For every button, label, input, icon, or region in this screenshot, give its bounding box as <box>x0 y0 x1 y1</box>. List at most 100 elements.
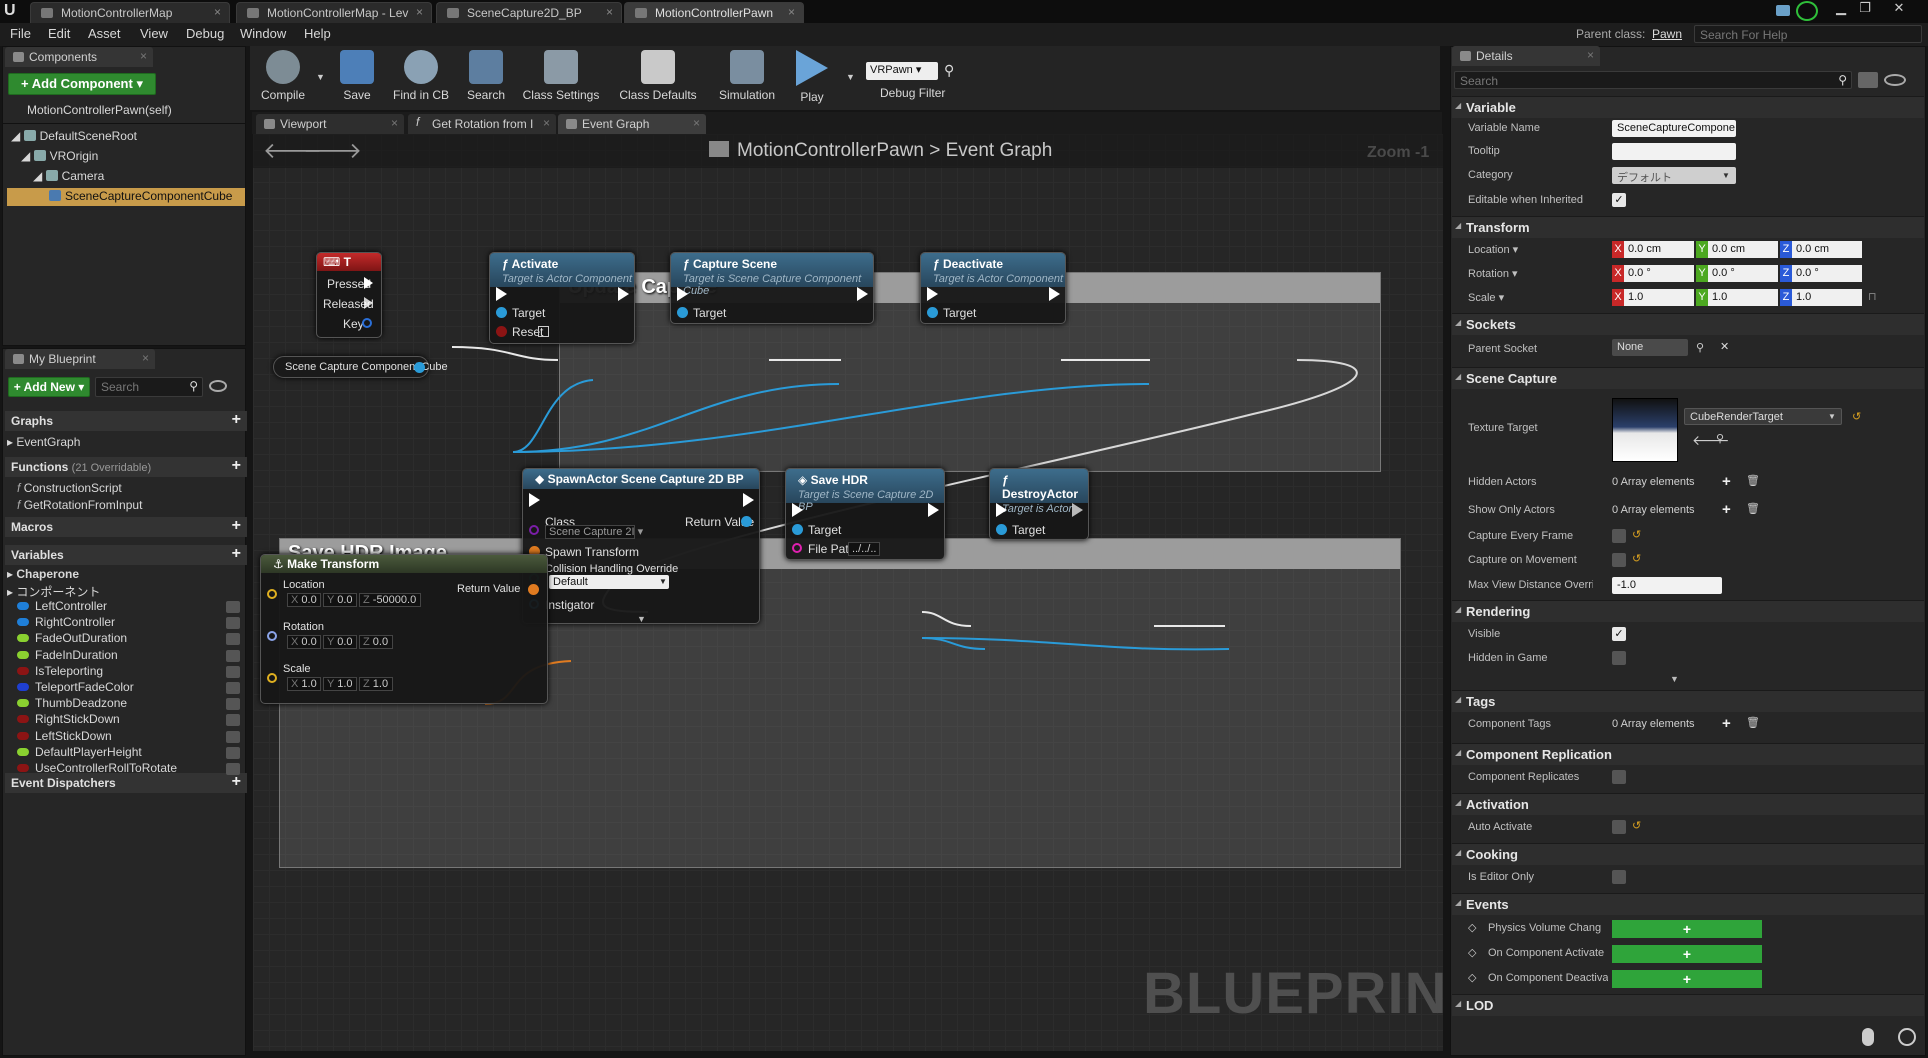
parent-class-link[interactable]: Pawn <box>1652 27 1682 41</box>
compile-options-chevron-icon[interactable]: ▼ <box>316 72 325 82</box>
exec-pin-released[interactable] <box>364 297 373 309</box>
add-event-button[interactable]: + <box>1612 920 1762 938</box>
unreal-logo-icon[interactable]: U <box>4 2 22 20</box>
components-tab[interactable]: Components × <box>5 47 153 67</box>
tree-item-scenecapturecomponentcube[interactable]: SceneCaptureComponentCube <box>7 188 245 206</box>
exec-pin-pressed[interactable] <box>364 277 373 289</box>
component-replicates-checkbox[interactable] <box>1612 770 1626 784</box>
parent-socket-input[interactable]: None <box>1612 339 1688 356</box>
variable-item[interactable]: FadeInDuration <box>17 648 118 662</box>
add-element-icon[interactable]: + <box>1722 501 1731 518</box>
capture-scene-node[interactable]: ƒ Capture Scene Target is Scene Capture C… <box>670 252 874 324</box>
section-lod[interactable]: LOD <box>1452 994 1924 1016</box>
location-y-field[interactable]: Y 0.0 <box>323 593 357 607</box>
class-settings-button[interactable]: Class Settings <box>518 46 604 108</box>
details-tab[interactable]: Details × <box>1452 46 1600 66</box>
functions-header[interactable]: Functions (21 Overridable) + <box>5 457 247 477</box>
close-icon[interactable]: × <box>788 5 795 19</box>
variable-item[interactable]: IsTeleporting <box>17 664 103 678</box>
scale-y-field[interactable]: Y 1.0 <box>323 677 357 691</box>
my-blueprint-tab[interactable]: My Blueprint × <box>5 349 155 369</box>
scale-y-input[interactable]: Y 1.0 <box>1696 289 1778 306</box>
section-component-replication[interactable]: Component Replication <box>1452 743 1924 765</box>
play-options-chevron-icon[interactable]: ▼ <box>846 72 855 82</box>
close-icon[interactable]: × <box>214 5 221 19</box>
row-label[interactable]: Rotation ▾ <box>1468 267 1593 280</box>
texture-thumbnail[interactable] <box>1612 398 1678 462</box>
section-activation[interactable]: Activation <box>1452 793 1924 815</box>
visibility-eye-icon[interactable] <box>226 601 240 613</box>
visibility-eye-icon[interactable] <box>226 746 240 759</box>
variable-item[interactable]: RightController <box>17 615 115 629</box>
exec-out-pin[interactable] <box>618 287 629 301</box>
doc-tab-motioncontrollermap[interactable]: MotionControllerMap × <box>30 2 230 23</box>
close-icon[interactable]: × <box>606 5 613 19</box>
visibility-eye-icon[interactable] <box>226 730 240 743</box>
advanced-expand-icon[interactable]: ▼ <box>1670 674 1679 684</box>
menu-edit[interactable]: Edit <box>48 26 70 41</box>
exec-out-pin[interactable] <box>928 503 939 517</box>
reset-checkbox[interactable] <box>538 326 549 337</box>
destroy-actor-node[interactable]: ƒ DestroyActor Target is Actor Target <box>989 468 1089 540</box>
visible-checkbox[interactable]: ✓ <box>1612 627 1626 641</box>
make-transform-node[interactable]: ⚓ Make Transform Location X 0.0 Y 0.0 Z … <box>260 554 548 704</box>
spawn-actor-node[interactable]: ◆ SpawnActor Scene Capture 2D BP Class S… <box>522 468 760 624</box>
restore-button[interactable]: ❐ <box>1854 0 1876 18</box>
event-dispatchers-header[interactable]: Event Dispatchers + <box>5 773 247 793</box>
row-label[interactable]: Location ▾ <box>1468 243 1593 256</box>
menu-file[interactable]: File <box>10 26 31 41</box>
visibility-eye-icon[interactable] <box>226 617 240 630</box>
menu-window[interactable]: Window <box>240 26 286 41</box>
doc-tab-level-blueprint[interactable]: MotionControllerMap - Lev × <box>236 2 432 23</box>
scale-x-input[interactable]: X 1.0 <box>1612 289 1694 306</box>
rotation-y-field[interactable]: Y 0.0 <box>323 635 357 649</box>
section-variable[interactable]: Variable <box>1452 96 1924 118</box>
visibility-eye-icon[interactable] <box>226 698 240 711</box>
viewport-tab[interactable]: Viewport × <box>256 114 404 134</box>
reset-to-default-icon[interactable]: ↺ <box>1632 528 1641 541</box>
deactivate-node[interactable]: ƒ Deactivate Target is Actor Component Ta… <box>920 252 1066 324</box>
collision-handling-dropdown[interactable]: Default <box>549 575 669 589</box>
compile-button[interactable]: Compile <box>256 46 310 108</box>
exec-out-pin[interactable] <box>743 493 754 507</box>
property-matrix-icon[interactable] <box>1858 72 1878 88</box>
capture-on-movement-checkbox[interactable] <box>1612 553 1626 567</box>
variable-item[interactable]: LeftStickDown <box>17 729 112 743</box>
class-picker[interactable]: Scene Capture 2I ▾ <box>545 525 643 539</box>
close-icon[interactable]: × <box>543 116 550 130</box>
variable-item[interactable]: FadeOutDuration <box>17 631 127 645</box>
doc-tab-scenecapture2d-bp[interactable]: SceneCapture2D_BP × <box>436 2 622 23</box>
trash-icon[interactable]: 🗑 <box>1746 474 1760 487</box>
add-component-button[interactable]: + Add Component ▾ <box>8 73 156 95</box>
reset-to-default-icon[interactable]: ↺ <box>1852 410 1861 423</box>
auto-activate-checkbox[interactable] <box>1612 820 1626 834</box>
visibility-eye-icon[interactable] <box>226 665 240 678</box>
pin-key[interactable] <box>362 318 372 328</box>
section-rendering[interactable]: Rendering <box>1452 600 1924 622</box>
variable-item[interactable]: DefaultPlayerHeight <box>17 745 142 759</box>
exec-in-pin[interactable] <box>927 287 938 301</box>
close-icon[interactable]: × <box>140 49 147 63</box>
simulation-button[interactable]: Simulation <box>712 46 782 108</box>
exec-in-pin[interactable] <box>677 287 688 301</box>
visibility-eye-icon[interactable] <box>226 649 240 662</box>
view-options-icon[interactable] <box>209 380 227 392</box>
pin-return-value[interactable] <box>741 516 752 527</box>
add-element-icon[interactable]: + <box>1722 473 1731 490</box>
visibility-eye-icon[interactable] <box>226 682 240 694</box>
add-event-button[interactable]: + <box>1612 970 1762 988</box>
var-group-components[interactable]: ▸ コンポーネント <box>7 583 100 600</box>
trash-icon[interactable]: 🗑 <box>1746 502 1760 515</box>
notification-icon[interactable] <box>1776 5 1790 16</box>
var-group-chaperone[interactable]: ▸ Chaperone <box>7 567 79 581</box>
play-button[interactable]: Play <box>790 46 834 108</box>
section-cooking[interactable]: Cooking <box>1452 843 1924 865</box>
visibility-eye-icon[interactable] <box>226 633 240 646</box>
function-item-constructionscript[interactable]: f ConstructionScript <box>17 481 122 495</box>
pin-scale[interactable] <box>267 673 277 683</box>
rotation-z-field[interactable]: Z 0.0 <box>359 635 393 649</box>
variable-item[interactable]: LeftController <box>17 599 107 613</box>
microphone-icon[interactable] <box>1862 1028 1874 1046</box>
variable-item[interactable]: TeleportFadeColor <box>17 680 134 694</box>
variable-name-input[interactable]: SceneCaptureCompone <box>1612 120 1736 137</box>
